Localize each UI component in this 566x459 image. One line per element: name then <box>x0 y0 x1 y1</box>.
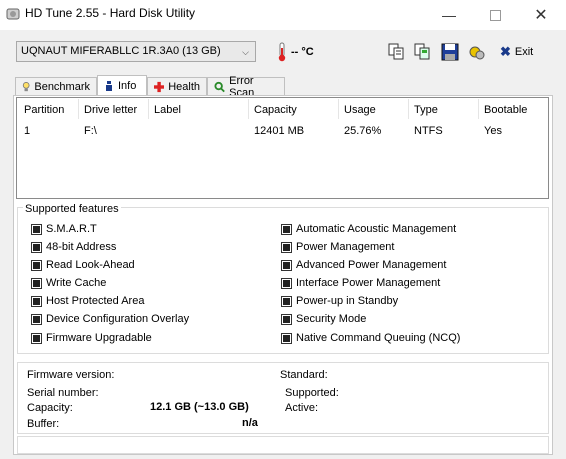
tab-health[interactable]: Health <box>147 77 207 95</box>
buffer-label: Buffer: <box>27 418 60 430</box>
cell-drive-letter: F:\ <box>84 125 97 137</box>
feature-power-management: Power Management <box>281 241 394 253</box>
feature-device-configuration-overlay: Device Configuration Overlay <box>31 313 189 325</box>
save-icon[interactable] <box>440 42 460 62</box>
column-header-capacity[interactable]: Capacity <box>254 104 297 116</box>
feature-security-mode: Security Mode <box>281 313 366 325</box>
column-divider <box>248 99 249 119</box>
tab-label: Info <box>118 80 137 92</box>
info-icon <box>106 81 112 91</box>
feature-ncq: Native Command Queuing (NCQ) <box>281 332 460 344</box>
checked-box-icon <box>281 277 292 289</box>
checked-box-icon <box>281 332 292 344</box>
standard-label: Standard: <box>280 369 328 381</box>
exit-button[interactable]: ✖ Exit <box>500 44 533 60</box>
lightbulb-icon <box>22 81 30 91</box>
drive-select[interactable]: UQNAUT MIFERABLLC 1R.3A0 (13 GB) ⌵ <box>16 41 256 62</box>
checked-box-icon <box>31 313 42 325</box>
column-header-bootable[interactable]: Bootable <box>484 104 527 116</box>
tab-label: Benchmark <box>34 80 90 93</box>
feature-firmware-upgradable: Firmware Upgradable <box>31 332 152 344</box>
serial-number-label: Serial number: <box>27 387 99 399</box>
column-divider <box>338 99 339 119</box>
cell-usage: 25.76% <box>344 125 382 137</box>
checked-box-icon <box>31 259 42 271</box>
column-divider <box>478 99 479 119</box>
health-cross-icon <box>154 81 165 92</box>
checked-box-icon <box>31 277 42 289</box>
checked-box-icon <box>31 295 42 307</box>
exit-label: Exit <box>514 46 534 58</box>
checked-box-icon <box>31 332 42 344</box>
tab-info[interactable]: Info <box>97 75 147 96</box>
feature-host-protected-area: Host Protected Area <box>31 295 144 307</box>
bottom-strip <box>17 436 549 454</box>
column-header-usage[interactable]: Usage <box>344 104 376 116</box>
magnifier-icon <box>214 81 225 92</box>
x-icon: ✖ <box>500 44 511 59</box>
minimize-button[interactable]: — <box>426 0 472 30</box>
buffer-value: n/a <box>242 417 258 429</box>
checked-box-icon <box>281 259 292 271</box>
feature-automatic-acoustic-management: Automatic Acoustic Management <box>281 223 456 235</box>
column-divider <box>78 99 79 119</box>
thermometer-icon <box>278 42 286 62</box>
column-divider <box>148 99 149 119</box>
column-header-label[interactable]: Label <box>154 104 181 116</box>
drive-select-value: UQNAUT MIFERABLLC 1R.3A0 (13 GB) <box>21 45 221 57</box>
window-title: HD Tune 2.55 - Hard Disk Utility <box>25 6 196 20</box>
feature-read-look-ahead: Read Look-Ahead <box>31 259 135 271</box>
column-divider <box>408 99 409 119</box>
cell-capacity: 12401 MB <box>254 125 305 137</box>
feature-power-up-in-standby: Power-up in Standby <box>281 295 398 307</box>
maximize-icon <box>489 9 501 21</box>
checked-box-icon <box>31 223 42 235</box>
minimize-icon: — <box>442 7 456 23</box>
chevron-down-icon: ⌵ <box>242 47 249 57</box>
feature-smart: S.M.A.R.T <box>31 223 97 235</box>
active-label: Active: <box>285 402 319 414</box>
app-icon <box>6 8 20 20</box>
checked-box-icon <box>281 223 292 235</box>
cell-type: NTFS <box>414 125 443 137</box>
close-icon: ✕ <box>534 7 548 24</box>
maximize-button[interactable] <box>472 0 518 30</box>
feature-advanced-power-management: Advanced Power Management <box>281 259 446 271</box>
checked-box-icon <box>281 295 292 307</box>
supported-label: Supported: <box>285 387 339 399</box>
feature-interface-power-management: Interface Power Management <box>281 277 440 289</box>
tab-benchmark[interactable]: Benchmark <box>15 77 97 95</box>
feature-write-cache: Write Cache <box>31 277 106 289</box>
supported-features-title: Supported features <box>23 203 121 215</box>
capacity-label: Capacity: <box>27 402 73 414</box>
copy-icon[interactable] <box>386 42 406 62</box>
options-icon[interactable] <box>467 42 487 62</box>
close-button[interactable]: ✕ <box>518 0 564 30</box>
tab-error-scan[interactable]: Error Scan <box>207 75 285 99</box>
copy-all-icon[interactable] <box>412 42 432 62</box>
feature-48bit-address: 48-bit Address <box>31 241 116 253</box>
checked-box-icon <box>281 241 292 253</box>
firmware-version-label: Firmware version: <box>27 369 115 381</box>
temperature-readout: -- °C <box>291 46 314 58</box>
checked-box-icon <box>31 241 42 253</box>
column-header-type[interactable]: Type <box>414 104 438 116</box>
cell-partition: 1 <box>24 125 31 137</box>
column-header-partition[interactable]: Partition <box>24 104 64 116</box>
tab-label: Health <box>168 80 200 93</box>
checked-box-icon <box>281 313 292 325</box>
cell-bootable: Yes <box>484 125 502 137</box>
column-header-drive-letter[interactable]: Drive letter <box>84 104 137 116</box>
capacity-value: 12.1 GB (~13.0 GB) <box>150 401 249 413</box>
